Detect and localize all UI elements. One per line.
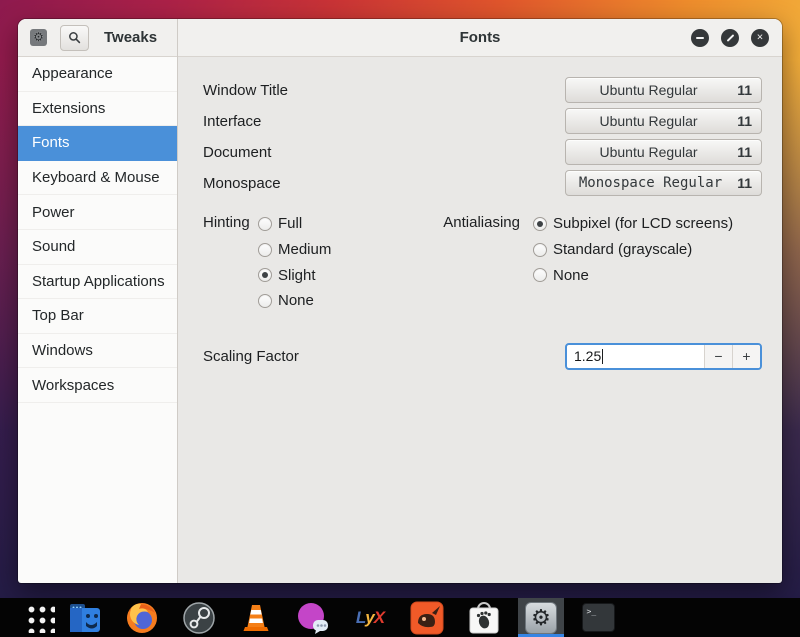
radio-icon — [258, 216, 272, 231]
dock-files[interactable] — [68, 601, 102, 635]
messages-icon — [298, 602, 328, 634]
antialiasing-label: Antialiasing — [443, 214, 520, 231]
dock-gimp[interactable] — [410, 601, 444, 635]
close-button[interactable]: × — [751, 29, 769, 47]
monospace-font-button[interactable]: Monospace Regular 11 — [565, 170, 762, 196]
terminal-icon: >_ — [581, 603, 615, 632]
fonts-page: Window Title Ubuntu Regular 11 Interface… — [178, 57, 782, 370]
sidebar-item-workspaces[interactable]: Workspaces — [18, 368, 177, 403]
app-grid-icon — [25, 602, 55, 633]
software-icon — [469, 601, 499, 633]
tweaks-window: ⚙ Tweaks Appearance Extensions Fonts Key… — [18, 19, 782, 583]
antialiasing-option-standard[interactable]: Standard (grayscale) — [533, 237, 762, 263]
search-button[interactable] — [60, 24, 89, 51]
row-label: Monospace — [203, 174, 281, 192]
tweaks-icon: ⚙ — [525, 601, 557, 634]
close-icon: × — [756, 31, 764, 43]
dock-messages[interactable] — [296, 601, 330, 635]
hinting-option-slight[interactable]: Slight — [258, 262, 418, 288]
dock-firefox[interactable] — [125, 601, 159, 635]
radio-icon — [533, 216, 547, 231]
sidebar-item-fonts[interactable]: Fonts — [18, 126, 177, 161]
window-controls: × — [691, 19, 769, 57]
dock-lyx[interactable]: LyX — [353, 601, 387, 635]
sidebar-item-keyboard-mouse[interactable]: Keyboard & Mouse — [18, 160, 177, 196]
lyx-icon: LyX — [355, 607, 385, 627]
page-title: Fonts — [459, 29, 501, 46]
radio-icon — [533, 268, 547, 283]
sidebar-item-windows[interactable]: Windows — [18, 333, 177, 369]
headerbar: Fonts × — [178, 19, 782, 57]
dock-terminal[interactable]: >_ — [581, 601, 615, 635]
hinting-antialiasing-section: Hinting Full Medium Slight None Antialia… — [203, 211, 762, 314]
window-title-font-button[interactable]: Ubuntu Regular 11 — [565, 77, 762, 103]
dock-software[interactable] — [467, 601, 501, 635]
radio-icon — [258, 293, 272, 308]
document-font-button[interactable]: Ubuntu Regular 11 — [565, 139, 762, 165]
firefox-icon — [127, 602, 157, 633]
hinting-option-full[interactable]: Full — [258, 211, 418, 237]
dock-tweaks[interactable]: ⚙ — [518, 597, 564, 637]
row-label: Document — [203, 143, 272, 161]
taskbar: LyX ⚙ >_ — [0, 597, 800, 637]
hinting-options: Full Medium Slight None — [258, 211, 418, 314]
font-row-document: Document Ubuntu Regular 11 — [203, 139, 762, 165]
sidebar-item-appearance[interactable]: Appearance — [18, 57, 177, 92]
sidebar: ⚙ Tweaks Appearance Extensions Fonts Key… — [18, 19, 178, 583]
text-cursor — [602, 348, 604, 364]
hinting-option-medium[interactable]: Medium — [258, 237, 418, 263]
font-row-monospace: Monospace Monospace Regular 11 — [203, 170, 762, 196]
app-title: Tweaks — [104, 29, 158, 46]
minimize-icon — [696, 37, 704, 39]
vlc-icon — [243, 604, 269, 631]
app-grid-button[interactable] — [23, 601, 57, 635]
increment-button[interactable]: + — [732, 344, 760, 368]
radio-icon — [258, 268, 272, 283]
scaling-factor-input[interactable]: 1.25 — [567, 345, 704, 368]
sidebar-header: ⚙ Tweaks — [18, 19, 177, 57]
interface-font-button[interactable]: Ubuntu Regular 11 — [565, 108, 762, 134]
antialiasing-option-subpixel[interactable]: Subpixel (for LCD screens) — [533, 211, 762, 237]
main-pane: Fonts × Window Title Ubuntu Regular 11 I… — [178, 19, 782, 583]
gimp-icon — [410, 601, 444, 634]
sidebar-item-top-bar[interactable]: Top Bar — [18, 299, 177, 334]
sidebar-item-extensions[interactable]: Extensions — [18, 91, 177, 127]
restore-button[interactable] — [721, 29, 739, 47]
sidebar-item-power[interactable]: Power — [18, 195, 177, 230]
row-label: Window Title — [203, 81, 289, 99]
restore-icon — [726, 34, 734, 42]
hinting-option-none[interactable]: None — [258, 288, 418, 314]
scaling-factor-row: Scaling Factor 1.25 − + — [203, 342, 762, 370]
row-label: Interface — [203, 112, 262, 130]
radio-icon — [533, 242, 547, 257]
tweaks-app-icon[interactable]: ⚙ — [30, 29, 47, 46]
search-icon — [69, 32, 81, 44]
font-row-interface: Interface Ubuntu Regular 11 — [203, 108, 762, 134]
font-row-window-title: Window Title Ubuntu Regular 11 — [203, 77, 762, 103]
scaling-factor-spinbox[interactable]: 1.25 − + — [565, 342, 762, 370]
files-icon — [70, 603, 100, 632]
minimize-button[interactable] — [691, 29, 709, 47]
decrement-button[interactable]: − — [704, 344, 732, 368]
hinting-label: Hinting — [203, 214, 250, 231]
antialiasing-options: Subpixel (for LCD screens) Standard (gra… — [533, 211, 762, 314]
sidebar-item-startup-applications[interactable]: Startup Applications — [18, 264, 177, 300]
radio-icon — [258, 242, 272, 257]
scaling-factor-label: Scaling Factor — [203, 347, 299, 365]
sidebar-item-sound[interactable]: Sound — [18, 229, 177, 265]
dock-steam[interactable] — [182, 601, 216, 635]
dock-vlc[interactable] — [239, 601, 273, 635]
steam-icon — [183, 601, 215, 634]
antialiasing-option-none[interactable]: None — [533, 262, 762, 288]
sidebar-list: Appearance Extensions Fonts Keyboard & M… — [18, 57, 177, 583]
